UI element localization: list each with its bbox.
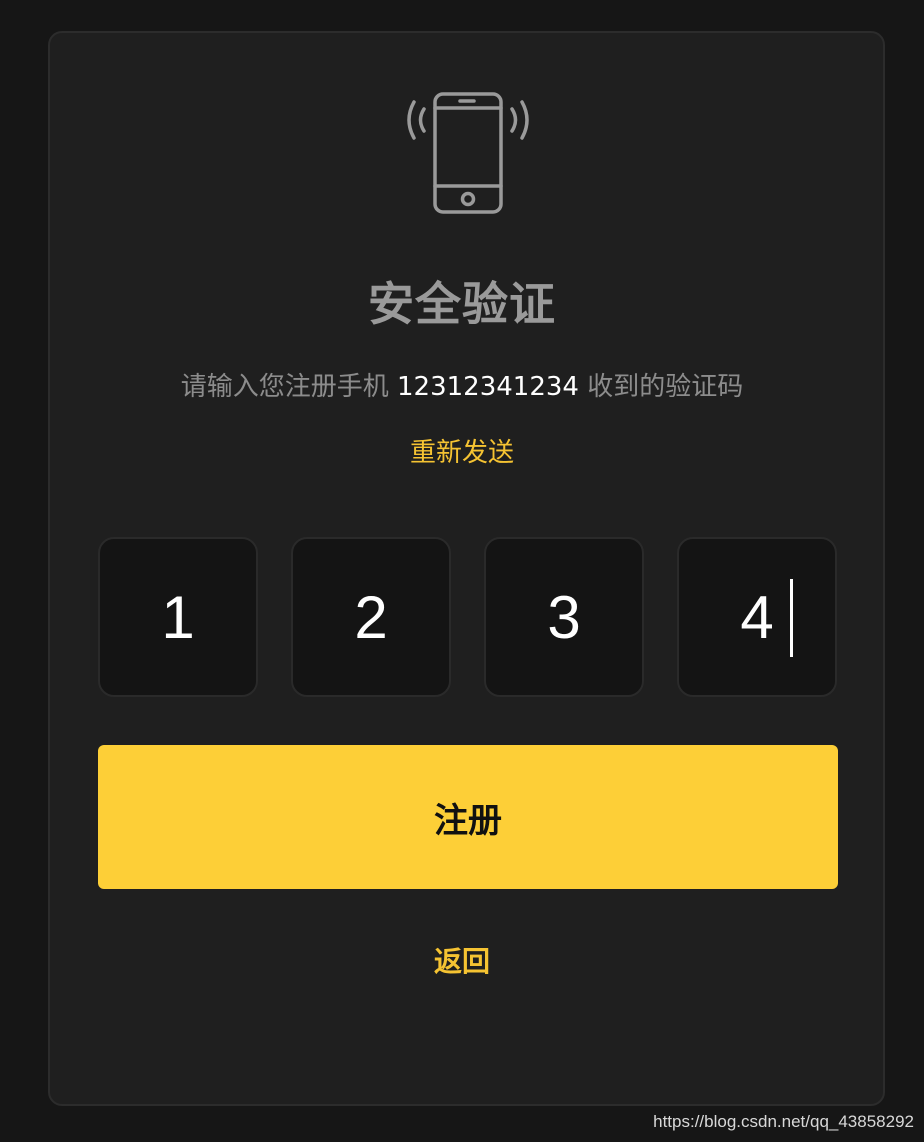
resend-code-link[interactable]: 重新发送 — [0, 432, 924, 469]
register-button[interactable]: 注册 — [98, 745, 838, 889]
code-input-2[interactable]: 2 — [291, 537, 451, 697]
vibrating-phone-icon — [407, 92, 529, 214]
page-title: 安全验证 — [368, 277, 556, 331]
code-digit-4: 4 — [740, 583, 774, 651]
code-digit-3: 3 — [547, 583, 581, 651]
code-digit-1: 1 — [161, 583, 195, 651]
code-input-4[interactable]: 4 — [677, 537, 837, 697]
back-link[interactable]: 返回 — [0, 940, 924, 980]
instruction-suffix: 收到的验证码 — [578, 372, 744, 402]
phone-number: 12312341234 — [397, 372, 579, 402]
code-digit-2: 2 — [354, 583, 388, 651]
watermark: https://blog.csdn.net/qq_43858292 — [653, 1112, 914, 1131]
code-input-3[interactable]: 3 — [484, 537, 644, 697]
instruction-prefix: 请输入您注册手机 — [180, 372, 398, 402]
text-caret — [790, 579, 793, 657]
instruction-text: 请输入您注册手机 12312341234 收到的验证码 — [0, 366, 924, 403]
code-input-1[interactable]: 1 — [98, 537, 258, 697]
